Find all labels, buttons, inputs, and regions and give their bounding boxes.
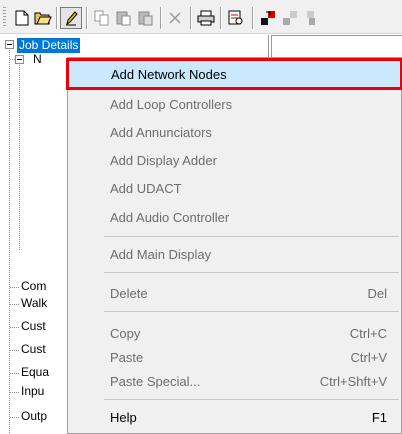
toolbar-grip[interactable]	[3, 7, 6, 27]
menu-item-shortcut: F1	[371, 409, 387, 425]
menu-separator	[104, 311, 399, 312]
menu-item-shortcut: Del	[367, 285, 387, 301]
collapse-root-icon[interactable]	[5, 40, 14, 49]
tree-node-n[interactable]: N	[33, 52, 42, 67]
paste-icon[interactable]	[115, 9, 133, 27]
print-icon[interactable]	[197, 9, 215, 27]
transfer-icon[interactable]	[303, 9, 321, 27]
menu-item-add-audio-controller[interactable]: Add Audio Controller	[68, 201, 401, 233]
tree-node-leaf[interactable]: Outp	[21, 409, 47, 424]
menu-item-label: Add UDACT	[110, 180, 182, 196]
tree-node-leaf[interactable]: Equa	[21, 365, 49, 380]
menu-item-label: Paste	[110, 349, 144, 365]
upload-icon[interactable]	[281, 9, 299, 27]
new-icon[interactable]	[13, 9, 31, 27]
tree-node-leaf[interactable]: Cust	[21, 319, 46, 334]
report-icon[interactable]	[227, 9, 245, 27]
tree-node-leaf[interactable]: Walk	[21, 296, 47, 311]
menu-item-add-main-display[interactable]: Add Main Display	[68, 238, 401, 270]
menu-item-label: Delete	[110, 285, 148, 301]
download-icon[interactable]	[259, 9, 277, 27]
toolbar	[0, 0, 402, 34]
menu-item-help[interactable]: Help F1	[68, 401, 401, 433]
menu-item-label: Paste Special...	[110, 373, 201, 389]
menu-item-label: Copy	[110, 325, 141, 341]
menu-item-shortcut: Ctrl+C	[349, 325, 387, 341]
menu-item-label: Add Audio Controller	[110, 209, 230, 225]
open-icon[interactable]	[34, 9, 52, 27]
tree-node-leaf[interactable]: Cust	[21, 342, 46, 357]
menu-separator	[104, 236, 399, 237]
menu-item-shortcut: Ctrl+Shft+V	[319, 373, 387, 389]
tree-node-leaf[interactable]: Inpu	[21, 384, 44, 399]
menu-item-paste-special[interactable]: Paste Special... Ctrl+Shft+V	[68, 365, 401, 397]
menu-item-label: Add Network Nodes	[111, 66, 227, 82]
menu-item-label: Add Display Adder	[110, 152, 217, 168]
menu-item-label: Add Annunciators	[110, 124, 212, 140]
menu-item-shortcut: Ctrl+V	[350, 349, 387, 365]
menu-separator	[104, 272, 399, 273]
menu-item-label: Add Main Display	[110, 246, 212, 262]
collapse-node-icon[interactable]	[15, 55, 24, 64]
context-menu: Add Network Nodes Add Loop Controllers A…	[66, 57, 402, 434]
tree-node-job-details[interactable]: Job Details	[17, 38, 81, 53]
edit-icon[interactable]	[60, 7, 82, 29]
menu-item-add-network-nodes[interactable]: Add Network Nodes	[66, 58, 402, 90]
tree-node-leaf[interactable]: Com	[21, 279, 46, 294]
menu-item-label: Add Loop Controllers	[110, 96, 233, 112]
menu-item-delete[interactable]: Delete Del	[68, 277, 401, 309]
menu-item-label: Help	[110, 409, 137, 425]
copy-icon[interactable]	[93, 9, 111, 27]
right-pane	[271, 35, 402, 57]
paste-special-icon[interactable]	[137, 9, 155, 27]
pane-divider	[268, 35, 269, 57]
menu-item-add-udact[interactable]: Add UDACT	[68, 172, 401, 204]
menu-separator	[104, 399, 399, 400]
delete-icon[interactable]	[166, 9, 184, 27]
